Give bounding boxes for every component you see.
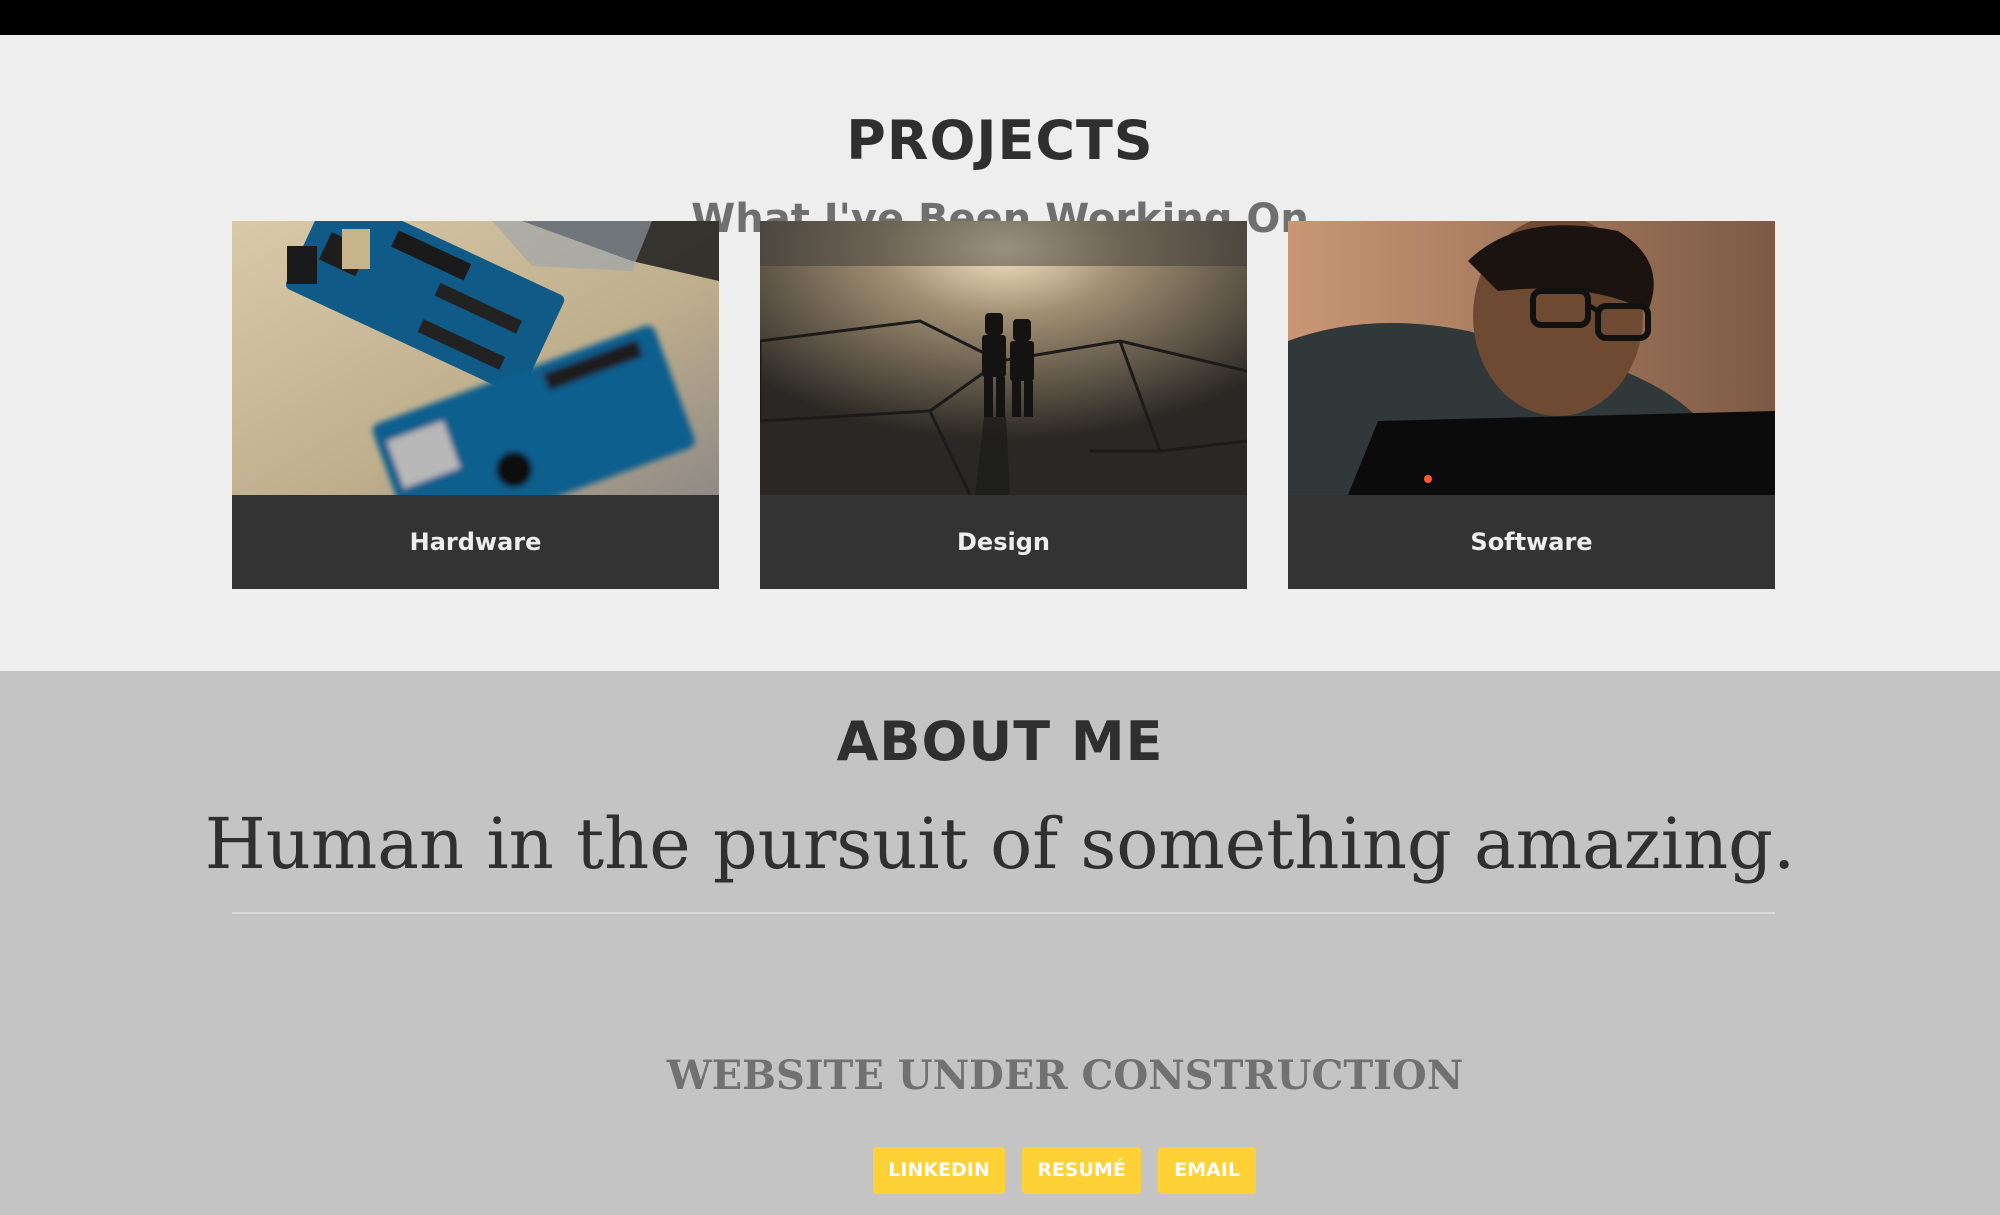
project-card-design[interactable]: Design [760, 221, 1247, 589]
design-photo [760, 221, 1247, 495]
projects-section: PROJECTS What I've Been Working On Hardw… [0, 35, 2000, 671]
software-caption: Software [1288, 495, 1775, 589]
resume-button[interactable]: RESUMÉ [1022, 1147, 1141, 1194]
about-title: ABOUT ME [836, 710, 1164, 773]
top-navbar [0, 0, 2000, 35]
projects-title: PROJECTS [846, 109, 1154, 172]
project-card-hardware[interactable]: Hardware [232, 221, 719, 589]
email-button[interactable]: EMAIL [1158, 1147, 1256, 1194]
about-section: ABOUT ME Human in the pursuit of somethi… [0, 671, 2000, 1215]
hardware-photo [232, 221, 719, 495]
project-card-software[interactable]: Software [1288, 221, 1775, 589]
hardware-caption: Hardware [232, 495, 719, 589]
design-caption: Design [760, 495, 1247, 589]
linkedin-button[interactable]: LINKEDIN [873, 1147, 1005, 1194]
about-tagline: Human in the pursuit of something amazin… [204, 803, 1796, 885]
divider [232, 912, 1775, 914]
software-photo [1288, 221, 1775, 495]
construction-notice: WEBSITE UNDER CONSTRUCTION [666, 1052, 1464, 1099]
